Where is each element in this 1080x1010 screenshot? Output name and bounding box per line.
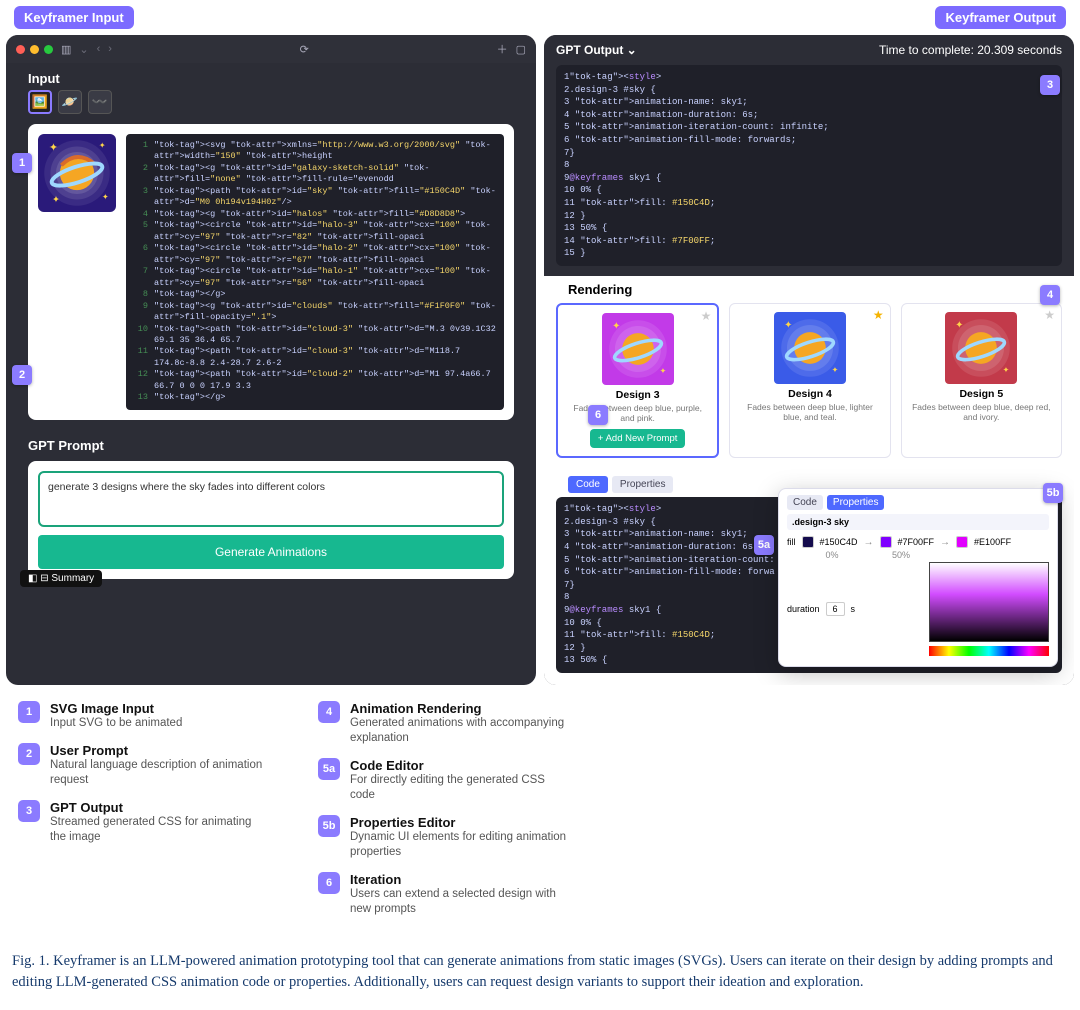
chevron-down-icon[interactable]: ⌄ (79, 43, 88, 56)
duration-label: duration (787, 604, 820, 614)
legend-item: 1 SVG Image InputInput SVG to be animate… (18, 701, 268, 731)
input-section-label: Input (6, 63, 536, 90)
input-card: ✦ ✦ ✦ ✦ 1"tok-tag"><svg "tok-attr">xmlns… (28, 124, 514, 420)
color-swatch-1[interactable] (802, 536, 814, 548)
input-thumbs: 🖼️ 🪐 〰️ (6, 90, 536, 120)
thumb-wave-icon[interactable]: 〰️ (88, 90, 112, 114)
design-card[interactable]: ★ ✦ ✦ Design 3 Fades between deep blue, … (556, 303, 719, 458)
reload-icon[interactable]: ⟳ (300, 43, 309, 56)
svg-text:✦: ✦ (1003, 365, 1010, 374)
forward-icon[interactable]: › (108, 43, 112, 55)
gpt-output-header[interactable]: GPT Output ⌄ (556, 43, 637, 57)
star-icon[interactable]: ★ (701, 309, 712, 323)
svg-text:✦: ✦ (49, 142, 58, 154)
star-icon[interactable]: ★ (873, 308, 884, 322)
callout-2: 2 (12, 365, 32, 385)
tabs-icon[interactable]: ▢ (516, 43, 526, 56)
selector-label: .design-3 sky (787, 514, 1049, 530)
rendering-label: Rendering (556, 276, 1062, 303)
design-title: Design 3 (566, 389, 709, 401)
legend-item: 5b Properties EditorDynamic UI elements … (318, 815, 568, 860)
mini-tab-code[interactable]: Code (787, 495, 823, 510)
legend-item: 4 Animation RenderingGenerated animation… (318, 701, 568, 746)
svg-text:✦: ✦ (99, 141, 106, 150)
prompt-input[interactable]: generate 3 designs where the sky fades i… (38, 471, 504, 527)
browser-chrome: ▥ ⌄ ‹ › ⟳ ＋ ▢ (6, 35, 536, 63)
tab-properties[interactable]: Properties (612, 476, 674, 493)
svg-text:✦: ✦ (955, 320, 963, 331)
color-swatch-3[interactable] (956, 536, 968, 548)
design-subtitle: Fades between deep blue, lighter blue, a… (738, 402, 881, 422)
plus-icon[interactable]: ＋ (497, 41, 508, 57)
svg-preview: ✦ ✦ ✦ ✦ (38, 134, 116, 212)
prompt-section-label: GPT Prompt (6, 430, 536, 457)
callout-5b: 5b (1043, 483, 1063, 503)
generate-button[interactable]: Generate Animations (38, 535, 504, 569)
callout-4: 4 (1040, 285, 1060, 305)
callout-6: 6 (588, 405, 608, 425)
design-title: Design 5 (910, 388, 1053, 400)
svg-code-box[interactable]: 1"tok-tag"><svg "tok-attr">xmlns="http:/… (126, 134, 504, 410)
design-card[interactable]: ★ ✦ ✦ Design 4 Fades between deep blue, … (729, 303, 890, 458)
legend-item: 5a Code EditorFor directly editing the g… (318, 758, 568, 803)
design-card[interactable]: ★ ✦ ✦ Design 5 Fades between deep blue, … (901, 303, 1062, 458)
star-icon[interactable]: ★ (1044, 308, 1055, 322)
output-pane: GPT Output ⌄ Time to complete: 20.309 se… (544, 35, 1074, 685)
callout-5a: 5a (754, 535, 774, 555)
mini-tab-properties[interactable]: Properties (827, 495, 885, 510)
add-prompt-button[interactable]: + Add New Prompt (590, 429, 685, 448)
legend-item: 6 IterationUsers can extend a selected d… (318, 872, 568, 917)
duration-input[interactable]: 6 (826, 602, 845, 616)
fill-label: fill (787, 537, 796, 547)
input-tag: Keyframer Input (14, 6, 134, 29)
design-subtitle: Fades between deep blue, deep red, and i… (910, 402, 1053, 422)
callout-3: 3 (1040, 75, 1060, 95)
legend-item: 2 User PromptNatural language descriptio… (18, 743, 268, 788)
color-picker[interactable] (929, 562, 1049, 656)
tab-code[interactable]: Code (568, 476, 608, 493)
back-icon[interactable]: ‹ (97, 43, 101, 55)
sidebar-icon[interactable]: ▥ (61, 43, 71, 56)
callout-1: 1 (12, 153, 32, 173)
svg-text:✦: ✦ (832, 365, 839, 374)
figure-caption: Fig. 1. Keyframer is an LLM-powered anim… (6, 933, 1074, 1005)
thumb-planet-icon[interactable]: 🪐 (58, 90, 82, 114)
color-swatch-2[interactable] (880, 536, 892, 548)
legend-item: 3 GPT OutputStreamed generated CSS for a… (18, 800, 268, 845)
summary-chip[interactable]: ◧ ⊟ Summary (20, 570, 102, 587)
svg-text:✦: ✦ (102, 193, 109, 202)
thumb-image-icon[interactable]: 🖼️ (28, 90, 52, 114)
design-title: Design 4 (738, 388, 881, 400)
svg-text:✦: ✦ (612, 321, 620, 332)
gpt-css-output[interactable]: 1"tok-tag"><style>2.design-3 #sky {3 "to… (556, 65, 1062, 266)
output-tag: Keyframer Output (935, 6, 1066, 29)
properties-editor-popover: Code Properties .design-3 sky fill #150C… (778, 488, 1058, 667)
svg-text:✦: ✦ (52, 195, 60, 205)
svg-text:✦: ✦ (659, 366, 666, 375)
input-pane: ▥ ⌄ ‹ › ⟳ ＋ ▢ Input 🖼️ 🪐 〰️ (6, 35, 536, 685)
legend: 1 SVG Image InputInput SVG to be animate… (6, 685, 1074, 933)
svg-text:✦: ✦ (784, 320, 792, 331)
time-to-complete: Time to complete: 20.309 seconds (879, 43, 1062, 57)
